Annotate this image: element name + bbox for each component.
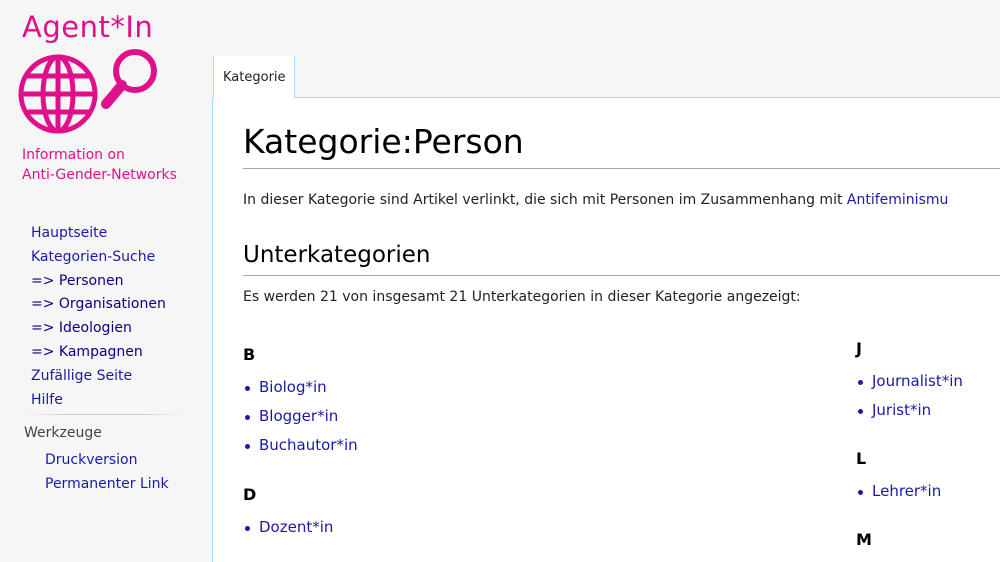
subcategory-link[interactable]: Buchautor*in [259,436,358,454]
tab-label: Kategorie [223,70,286,85]
sidebar: Agent*In Information on Anti-Gender-Netw… [0,0,212,562]
group-letter: L [856,449,867,468]
sidebar-navigation: Hauptseite Kategorien-Suche => Personen … [31,222,166,412]
globe-magnifier-icon[interactable] [18,48,163,140]
subcategory-link[interactable]: Jurist*in [872,401,931,419]
bullet [245,386,250,391]
title-divider [243,168,1000,169]
group-letter: B [243,345,256,364]
list-item: Lehrer*in [856,477,941,506]
list-item: Blogger*in [243,402,358,431]
group-b: B Biolog*in Blogger*in Buchautor*in [243,345,358,460]
group-m: M [856,530,872,554]
list-item: Dozent*in [243,513,333,542]
page-title: Kategorie:Person [243,122,524,161]
group-j: J Journalist*in Jurist*in [856,339,963,425]
tools-item-permalink[interactable]: Permanenter Link [45,472,169,496]
tools-menu: Druckversion Permanenter Link [45,448,169,496]
tab-kategorie[interactable]: Kategorie [213,56,295,98]
sidebar-item-hauptseite[interactable]: Hauptseite [31,222,166,246]
sidebar-item-hilfe[interactable]: Hilfe [31,389,166,413]
group-letter: M [856,530,872,549]
tools-item-print[interactable]: Druckversion [45,448,169,472]
subcategory-count: Es werden 21 von insgesamt 21 Unterkateg… [243,289,801,305]
tagline-line-2: Anti-Gender-Networks [22,167,177,183]
list-item: Biolog*in [243,373,358,402]
subcategory-link[interactable]: Dozent*in [259,518,333,536]
group-letter: J [856,339,862,358]
list-item: Journalist*in [856,367,963,396]
bullet [245,526,250,531]
group-d: D Dozent*in [243,485,333,542]
tagline-line-1: Information on [22,147,125,163]
bullet [858,490,863,495]
sidebar-item-kampagnen[interactable]: => Kampagnen [31,341,166,365]
subcategory-link[interactable]: Biolog*in [259,378,327,396]
list-item: Jurist*in [856,396,963,425]
site-title[interactable]: Agent*In [22,10,153,44]
group-l: L Lehrer*in [856,449,941,506]
group-letter: D [243,485,257,504]
sidebar-item-organisationen[interactable]: => Organisationen [31,293,166,317]
list-item: Buchautor*in [243,431,358,460]
main-content: Kategorie:Person In dieser Kategorie sin… [212,98,1000,562]
intro-link-antifeminismus[interactable]: Antifeminismu [847,192,948,208]
intro-text: In dieser Kategorie sind Artikel verlink… [243,192,847,208]
subcategory-link[interactable]: Lehrer*in [872,482,941,500]
sidebar-item-random-page[interactable]: Zufällige Seite [31,365,166,389]
sidebar-item-kategorien-suche[interactable]: Kategorien-Suche [31,246,166,270]
section-heading-unterkategorien: Unterkategorien [243,242,431,268]
sidebar-item-ideologien[interactable]: => Ideologien [31,317,166,341]
subcategory-link[interactable]: Journalist*in [872,372,963,390]
bullet [245,444,250,449]
bullet [858,380,863,385]
bullet [245,415,250,420]
sidebar-item-personen[interactable]: => Personen [31,270,166,294]
bullet [858,409,863,414]
intro-paragraph: In dieser Kategorie sind Artikel verlink… [243,192,948,208]
tools-heading: Werkzeuge [24,425,102,441]
sidebar-divider [22,414,186,415]
subcategory-link[interactable]: Blogger*in [259,407,338,425]
site-tagline: Information on Anti-Gender-Networks [22,145,177,185]
section-divider [243,275,1000,276]
